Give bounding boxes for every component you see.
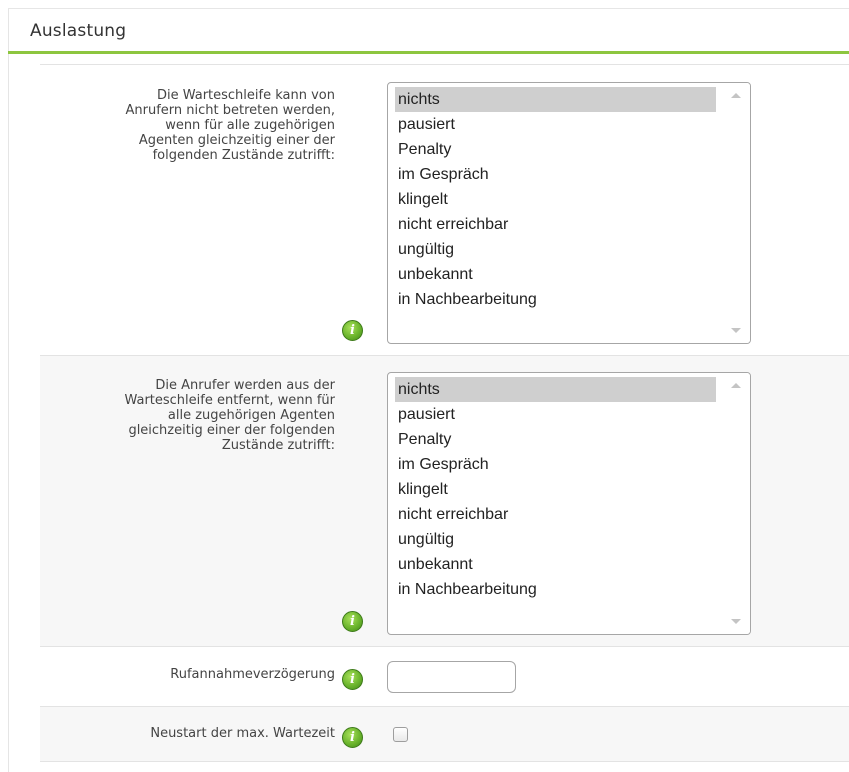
info-icon[interactable]: i (342, 611, 363, 632)
setting-label-answer-delay: Rufannahmeverzögerung (170, 667, 335, 682)
list-option[interactable]: Penalty (395, 427, 716, 452)
setting-label-restart-wait: Neustart der max. Wartezeit (150, 726, 335, 741)
list-option[interactable]: ungültig (395, 527, 716, 552)
listbox-scrollbar[interactable] (722, 83, 750, 343)
answer-delay-input[interactable] (387, 661, 516, 693)
info-icon[interactable]: i (342, 669, 363, 690)
panel-title: Auslastung (30, 21, 127, 41)
listbox-options: nichts pausiert Penalty im Gespräch klin… (395, 377, 716, 602)
list-option[interactable]: unbekannt (395, 262, 716, 287)
scroll-up-arrow-icon[interactable] (731, 383, 741, 388)
list-option[interactable]: klingelt (395, 187, 716, 212)
list-option[interactable]: in Nachbearbeitung (395, 577, 716, 602)
setting-row-restart-wait: Neustart der max. Wartezeit i (40, 706, 849, 762)
setting-label-remove-callers: Die Anrufer werden aus der Warteschleife… (124, 378, 335, 453)
setting-row-remove-callers: Die Anrufer werden aus der Warteschleife… (40, 355, 849, 646)
scroll-up-arrow-icon[interactable] (731, 93, 741, 98)
list-option[interactable]: in Nachbearbeitung (395, 287, 716, 312)
restart-wait-checkbox[interactable] (393, 727, 408, 742)
panel-header: Auslastung (8, 8, 849, 54)
list-option-selected[interactable]: nichts (395, 87, 716, 112)
top-margin (0, 0, 849, 8)
setting-row-answer-delay: Rufannahmeverzögerung i (40, 646, 849, 706)
info-icon[interactable]: i (342, 320, 363, 341)
list-option[interactable]: pausiert (395, 112, 716, 137)
state-listbox-remove-callers[interactable]: nichts pausiert Penalty im Gespräch klin… (387, 372, 751, 635)
list-option[interactable]: nicht erreichbar (395, 212, 716, 237)
setting-row-enter-block: Die Warteschleife kann von Anrufern nich… (40, 64, 849, 354)
panel-header-accent-line (8, 51, 849, 54)
list-option[interactable]: pausiert (395, 402, 716, 427)
list-option[interactable]: unbekannt (395, 552, 716, 577)
info-icon[interactable]: i (342, 727, 363, 748)
scroll-down-arrow-icon[interactable] (731, 619, 741, 624)
list-option-selected[interactable]: nichts (395, 377, 716, 402)
panel-left-border (8, 8, 9, 772)
listbox-options: nichts pausiert Penalty im Gespräch klin… (395, 87, 716, 312)
list-option[interactable]: im Gespräch (395, 452, 716, 477)
list-option[interactable]: klingelt (395, 477, 716, 502)
state-listbox-enter-block[interactable]: nichts pausiert Penalty im Gespräch klin… (387, 82, 751, 344)
list-option[interactable]: ungültig (395, 237, 716, 262)
list-option[interactable]: Penalty (395, 137, 716, 162)
listbox-scrollbar[interactable] (722, 373, 750, 634)
scroll-down-arrow-icon[interactable] (731, 328, 741, 333)
list-option[interactable]: im Gespräch (395, 162, 716, 187)
setting-label-enter-block: Die Warteschleife kann von Anrufern nich… (125, 88, 336, 163)
list-option[interactable]: nicht erreichbar (395, 502, 716, 527)
